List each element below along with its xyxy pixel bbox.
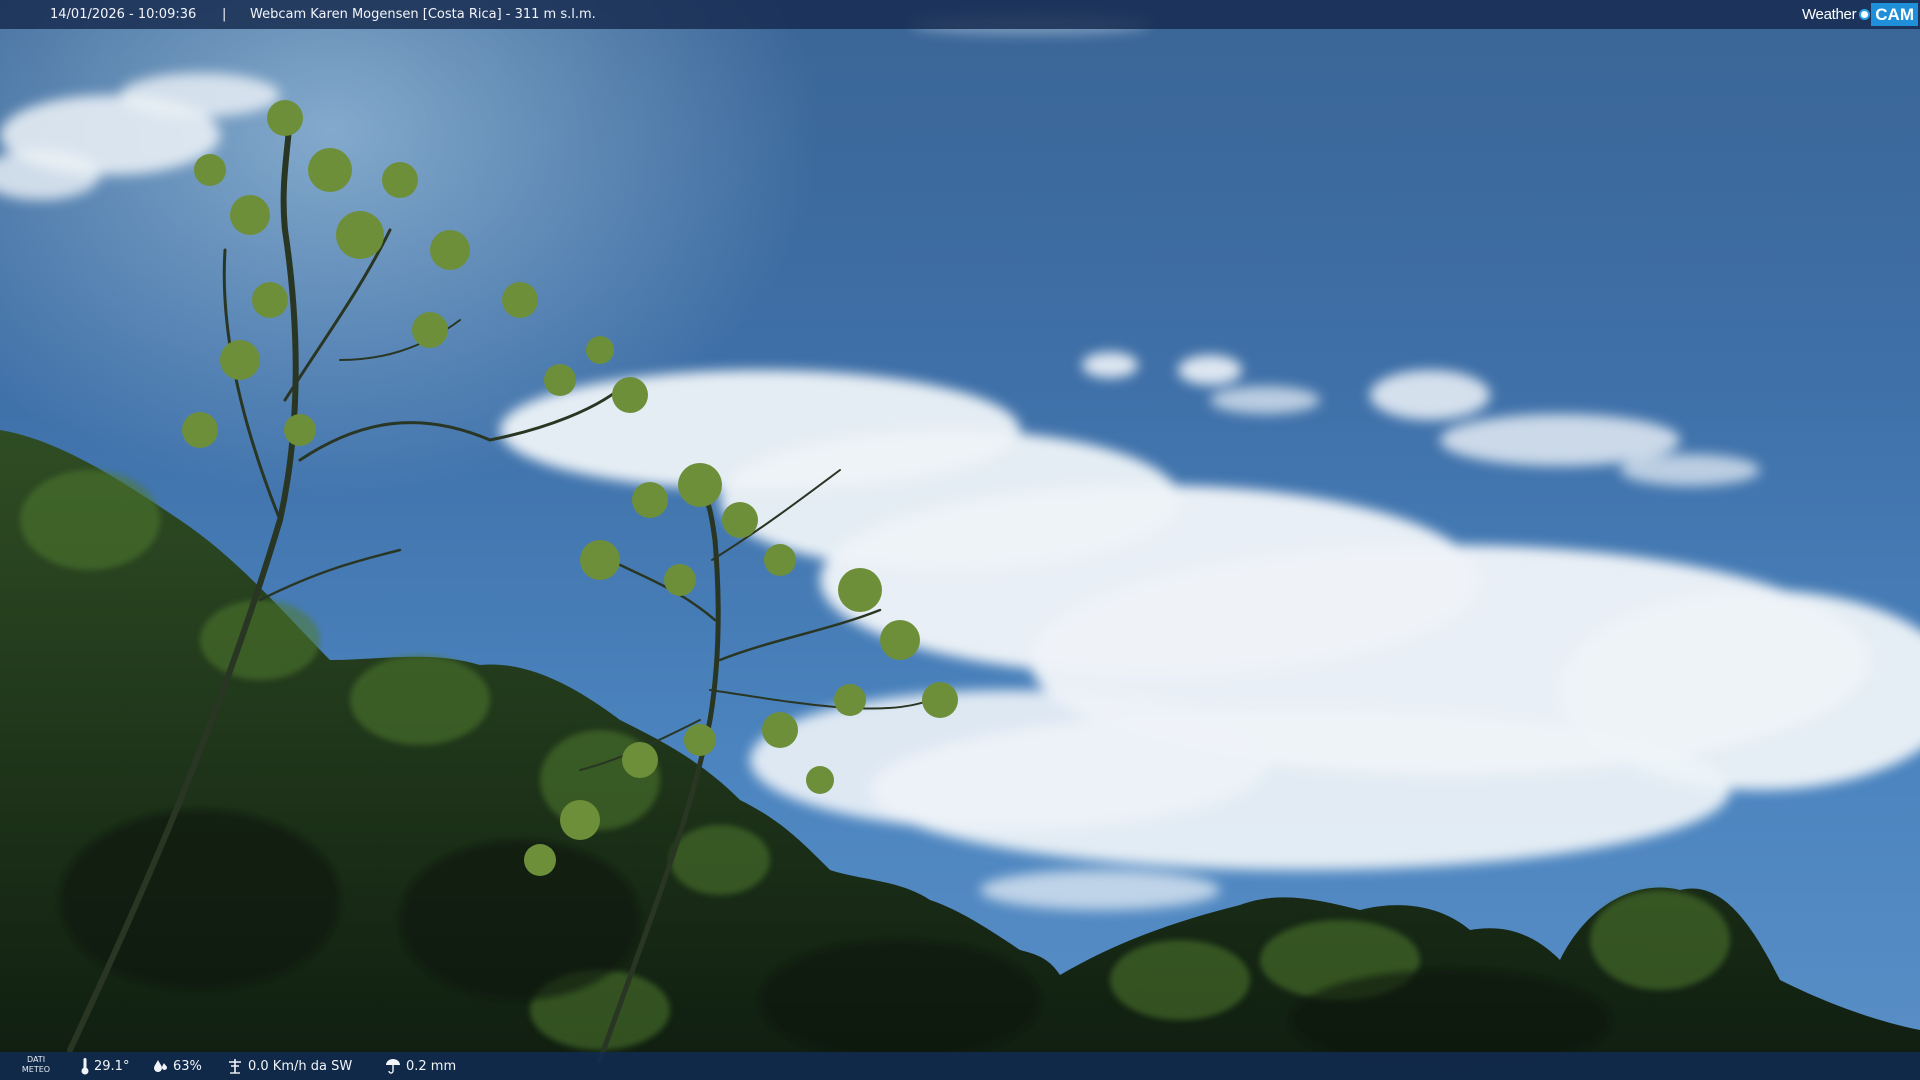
humidity-drop-icon [154, 1060, 167, 1072]
thermometer-icon [81, 1058, 89, 1075]
humidity-readout: 63% [153, 1057, 202, 1075]
wind-value: 0.0 Km/h da SW [248, 1058, 353, 1074]
rain-icon [386, 1059, 400, 1074]
separator: | [222, 7, 227, 22]
temperature-readout: 29.1° [80, 1057, 129, 1075]
top-info-bar: 14/01/2026 - 10:09:36 | Webcam Karen Mog… [0, 0, 1920, 29]
humidity-value: 63% [173, 1058, 202, 1074]
dati-meteo-label: DATI METEO [20, 1055, 52, 1075]
wind-icon [229, 1059, 241, 1074]
webcam-frame: 14/01/2026 - 10:09:36 | Webcam Karen Mog… [0, 0, 1920, 1080]
weather-data-bar: DATI METEO 29.1° 63% 0.0 Km/h da SW 0.2 … [0, 1052, 1920, 1080]
logo-weather-text: Weather [1801, 6, 1857, 23]
rain-readout: 0.2 mm [384, 1057, 456, 1075]
weathercam-logo: Weather CAM [1802, 3, 1918, 26]
logo-dot-icon [1859, 9, 1871, 20]
timestamp: 14/01/2026 - 10:09:36 [50, 7, 197, 22]
rain-value: 0.2 mm [406, 1058, 457, 1074]
dati-label: DATI [26, 1055, 46, 1064]
wind-readout: 0.0 Km/h da SW [226, 1057, 352, 1075]
station-name: Webcam Karen Mogensen [Costa Rica] - 311… [250, 7, 596, 22]
meteo-label: METEO [21, 1065, 51, 1074]
temperature-value: 29.1° [94, 1058, 130, 1074]
landscape-scene [0, 15, 1920, 1080]
logo-cam-text: CAM [1871, 3, 1918, 26]
